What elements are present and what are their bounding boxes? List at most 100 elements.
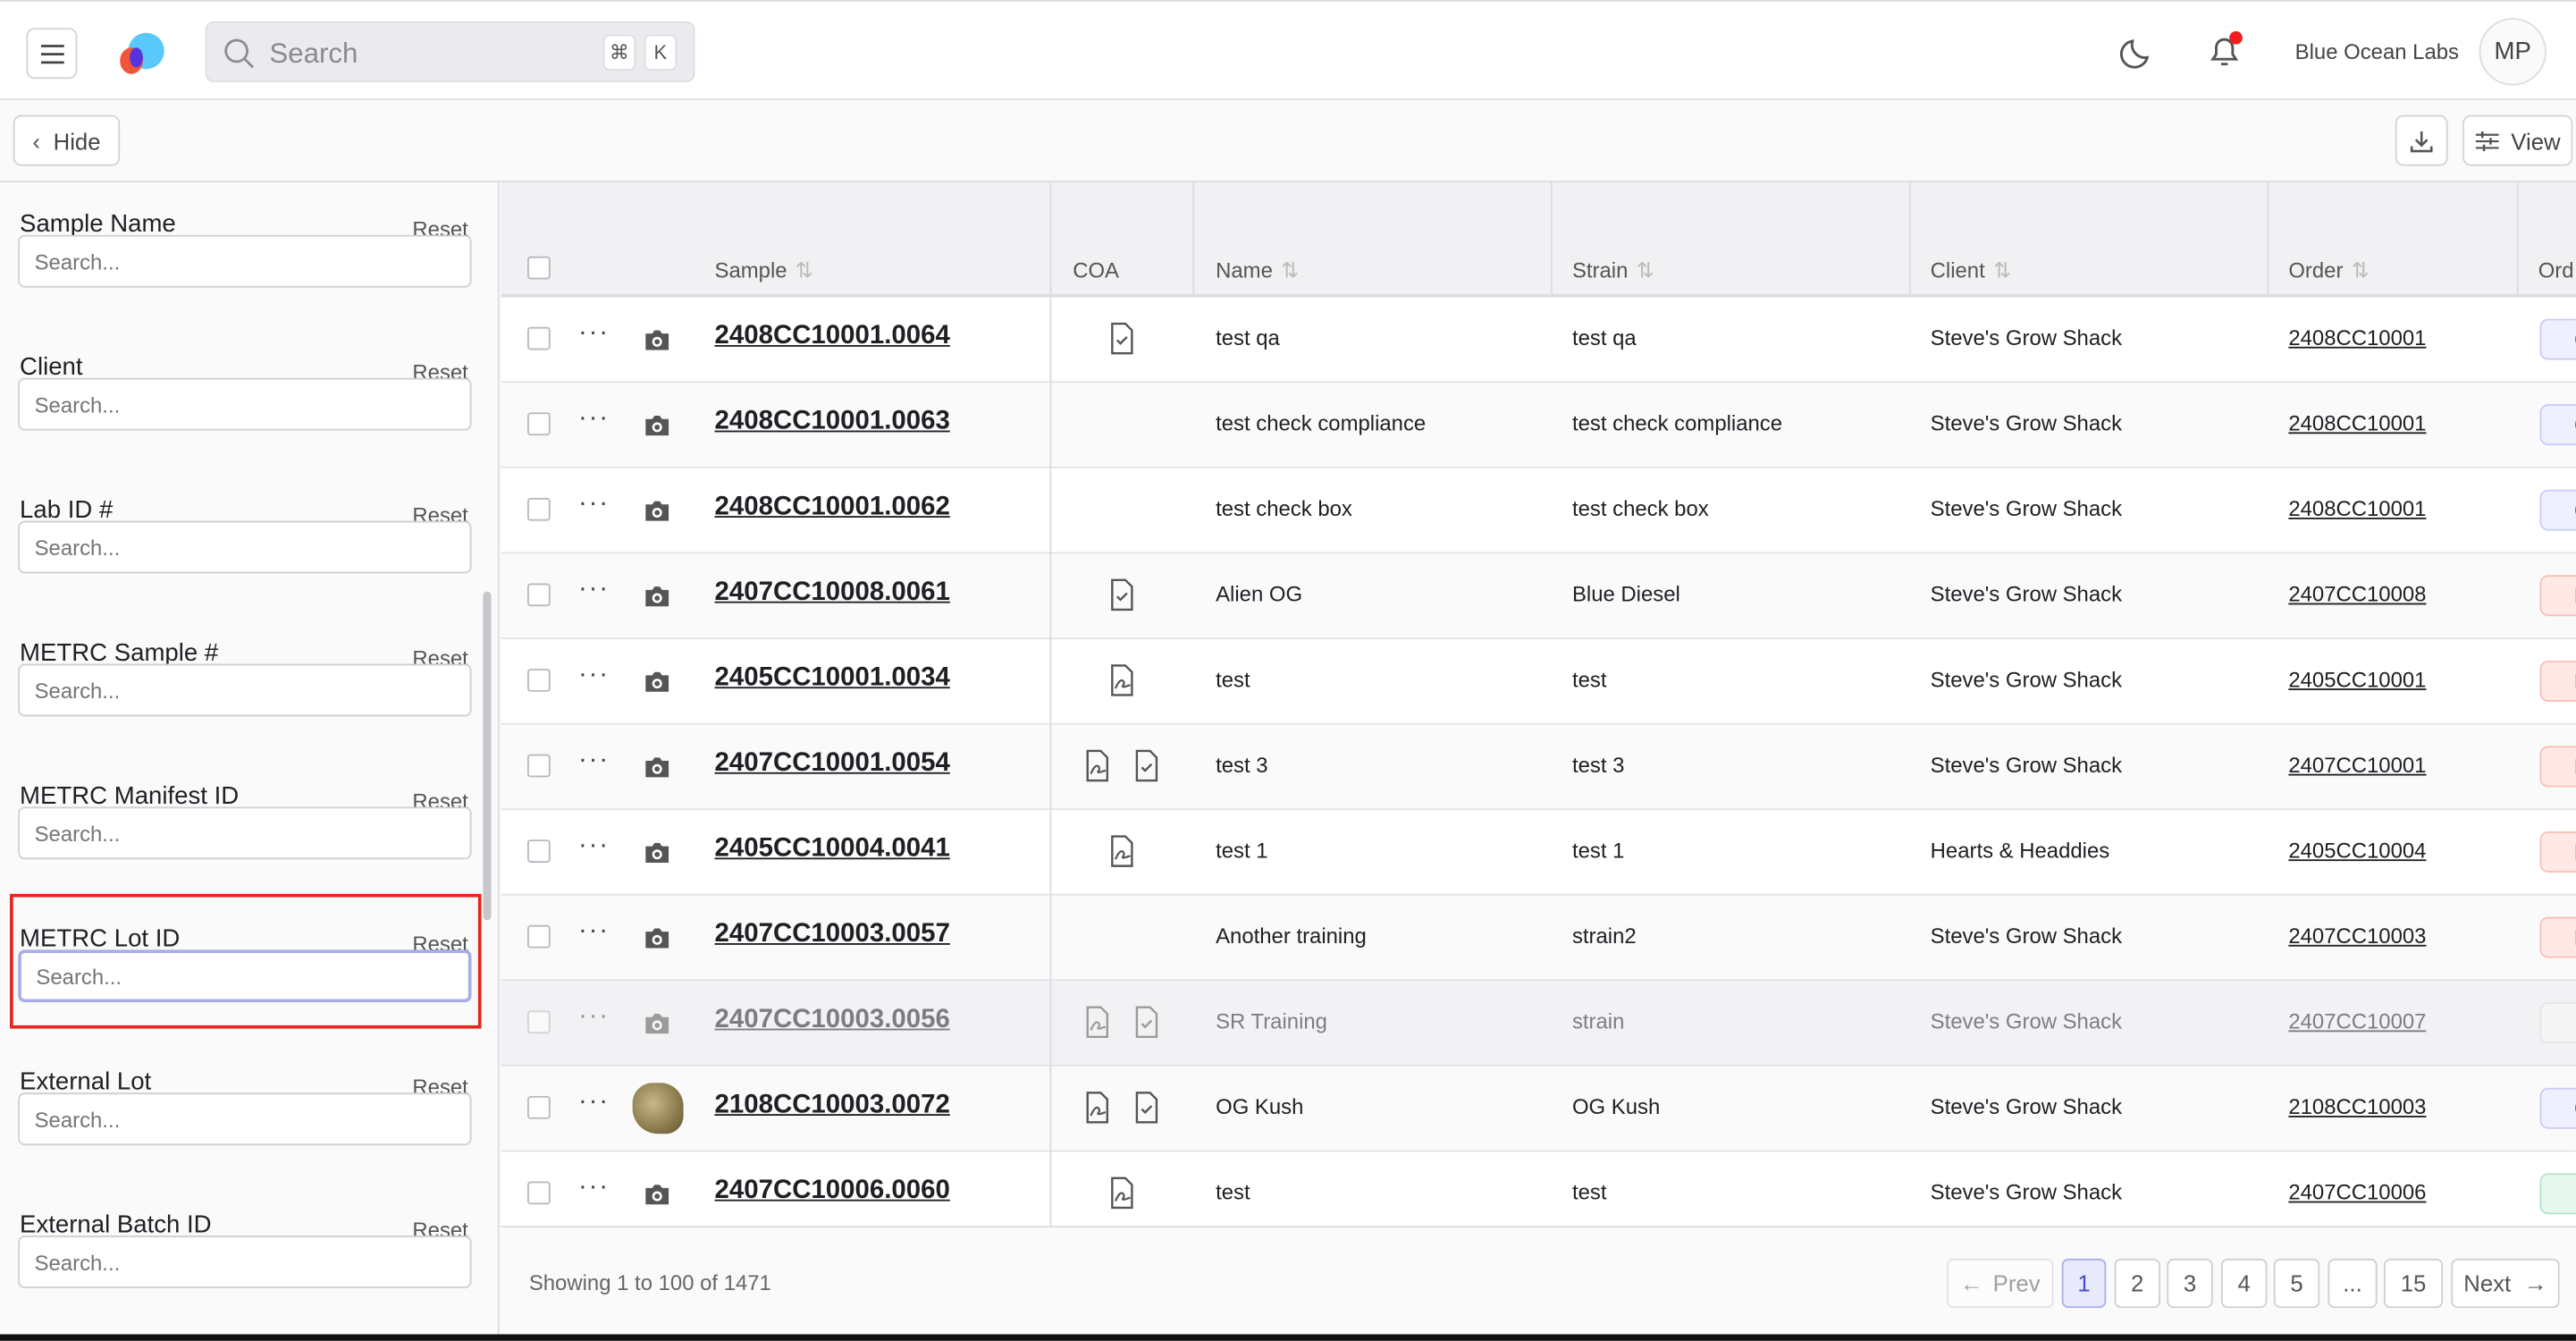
table-row[interactable]: ··· 2407CC10003.0056 SR Training strain … [501, 981, 2576, 1067]
row-actions-icon[interactable]: ··· [578, 1173, 610, 1202]
camera-icon[interactable] [644, 500, 669, 523]
table-row[interactable]: ··· 2407CC10006.0060 test test Steve's G… [501, 1151, 2576, 1227]
select-all-checkbox[interactable] [526, 256, 551, 280]
filter-input[interactable] [18, 806, 472, 860]
row-actions-icon[interactable]: ··· [578, 1088, 610, 1118]
row-checkbox[interactable] [526, 669, 551, 692]
row-checkbox[interactable] [526, 1010, 551, 1034]
page-button[interactable]: ... [2328, 1258, 2378, 1309]
order-link[interactable]: 2405CC10001 [2288, 667, 2426, 692]
signed-document-icon[interactable] [1107, 835, 1137, 868]
order-link[interactable]: 2108CC10003 [2288, 1094, 2426, 1119]
table-row[interactable]: ··· 2407CC10001.0054 test 3 test 3 Steve… [501, 724, 2576, 811]
page-button[interactable]: 1 [2061, 1258, 2107, 1309]
avatar[interactable]: MP [2479, 18, 2547, 86]
sample-link[interactable]: 2407CC10001.0054 [715, 749, 950, 779]
prev-page-button[interactable]: ← Prev [1947, 1258, 2054, 1309]
camera-icon[interactable] [644, 841, 669, 864]
camera-icon[interactable] [644, 670, 669, 694]
table-row[interactable]: ··· 2405CC10001.0034 test test Steve's G… [501, 638, 2576, 725]
camera-icon[interactable] [644, 585, 669, 608]
filter-input[interactable] [18, 520, 472, 574]
camera-icon[interactable] [644, 1012, 669, 1035]
row-checkbox[interactable] [526, 839, 551, 863]
page-button[interactable]: 3 [2167, 1258, 2213, 1309]
table-row[interactable]: ··· 2408CC10001.0064 test qa test qa Ste… [501, 297, 2576, 384]
order-link[interactable]: 2407CC10006 [2288, 1180, 2426, 1205]
signed-document-icon[interactable] [1082, 749, 1112, 782]
table-row[interactable]: ··· 2407CC10003.0057 Another training st… [501, 895, 2576, 982]
next-page-button[interactable]: Next → [2451, 1258, 2560, 1309]
order-link[interactable]: 2408CC10001 [2288, 496, 2426, 521]
page-button[interactable]: 5 [2273, 1258, 2320, 1309]
order-link[interactable]: 2407CC10001 [2288, 753, 2426, 778]
filter-input[interactable] [18, 1236, 472, 1288]
sample-link[interactable]: 2108CC10003.0072 [715, 1091, 950, 1120]
approved-document-icon[interactable] [1107, 578, 1137, 611]
hide-filters-button[interactable]: ‹ Hide [13, 114, 121, 166]
signed-document-icon[interactable] [1082, 1091, 1112, 1124]
row-actions-icon[interactable]: ··· [578, 746, 610, 775]
order-link[interactable]: 2408CC10001 [2288, 325, 2426, 350]
bell-icon[interactable] [2205, 30, 2244, 71]
sample-link[interactable]: 2405CC10001.0034 [715, 664, 950, 694]
column-order[interactable]: Order ⇅ [2288, 258, 2369, 284]
sample-link[interactable]: 2407CC10003.0057 [715, 920, 950, 949]
signed-document-icon[interactable] [1082, 1006, 1112, 1039]
row-actions-icon[interactable]: ··· [578, 319, 610, 349]
filter-input[interactable] [18, 1092, 472, 1146]
row-checkbox[interactable] [526, 1095, 551, 1119]
row-checkbox[interactable] [526, 412, 551, 436]
camera-icon[interactable] [644, 414, 669, 437]
menu-button[interactable] [26, 28, 78, 80]
camera-icon[interactable] [644, 1183, 669, 1206]
approved-document-icon[interactable] [1132, 1091, 1161, 1124]
table-row[interactable]: ··· 2407CC10008.0061 Alien OG Blue Diese… [501, 553, 2576, 639]
row-actions-icon[interactable]: ··· [578, 404, 610, 434]
column-name[interactable]: Name ⇅ [1216, 258, 1299, 284]
sample-link[interactable]: 2407CC10006.0060 [715, 1177, 950, 1206]
camera-icon[interactable] [644, 329, 669, 352]
global-search[interactable]: Search ⌘ K [205, 21, 695, 82]
row-actions-icon[interactable]: ··· [578, 917, 610, 947]
sidebar-scrollbar[interactable] [483, 591, 492, 921]
signed-document-icon[interactable] [1107, 1177, 1137, 1210]
sample-link[interactable]: 2405CC10004.0041 [715, 835, 950, 864]
filter-input[interactable] [18, 663, 472, 717]
filter-input[interactable] [18, 949, 472, 1003]
page-button[interactable]: 4 [2220, 1258, 2268, 1309]
column-client[interactable]: Client ⇅ [1931, 258, 2011, 284]
column-sample[interactable]: Sample ⇅ [715, 258, 813, 284]
row-checkbox[interactable] [526, 924, 551, 949]
approved-document-icon[interactable] [1132, 1006, 1161, 1039]
table-row[interactable]: ··· 2408CC10001.0062 test check box test… [501, 468, 2576, 554]
row-actions-icon[interactable]: ··· [578, 490, 610, 519]
row-checkbox[interactable] [526, 754, 551, 778]
approved-document-icon[interactable] [1132, 749, 1161, 782]
camera-icon[interactable] [644, 755, 669, 779]
sample-link[interactable]: 2408CC10001.0062 [715, 493, 950, 522]
sample-link[interactable]: 2408CC10001.0063 [715, 408, 950, 437]
filter-input[interactable] [18, 377, 472, 431]
signed-document-icon[interactable] [1107, 664, 1137, 697]
sample-link[interactable]: 2408CC10001.0064 [715, 322, 950, 351]
row-actions-icon[interactable]: ··· [578, 1002, 610, 1032]
filter-input[interactable] [18, 234, 472, 288]
column-strain[interactable]: Strain ⇅ [1572, 258, 1654, 284]
row-actions-icon[interactable]: ··· [578, 661, 610, 690]
row-checkbox[interactable] [526, 497, 551, 521]
order-link[interactable]: 2407CC10007 [2288, 1009, 2426, 1034]
page-button[interactable]: 15 [2383, 1258, 2444, 1309]
column-order-status[interactable]: Ord [2538, 258, 2574, 283]
page-button[interactable]: 2 [2114, 1258, 2160, 1309]
row-actions-icon[interactable]: ··· [578, 831, 610, 861]
view-button[interactable]: View [2462, 114, 2573, 166]
camera-icon[interactable] [644, 927, 669, 950]
row-actions-icon[interactable]: ··· [578, 575, 610, 604]
table-row[interactable]: ··· 2408CC10001.0063 test check complian… [501, 383, 2576, 468]
order-link[interactable]: 2407CC10008 [2288, 582, 2426, 607]
org-name[interactable]: Blue Ocean Labs [2295, 39, 2459, 64]
order-link[interactable]: 2407CC10003 [2288, 924, 2426, 949]
order-link[interactable]: 2405CC10004 [2288, 838, 2426, 863]
download-button[interactable] [2395, 114, 2448, 166]
